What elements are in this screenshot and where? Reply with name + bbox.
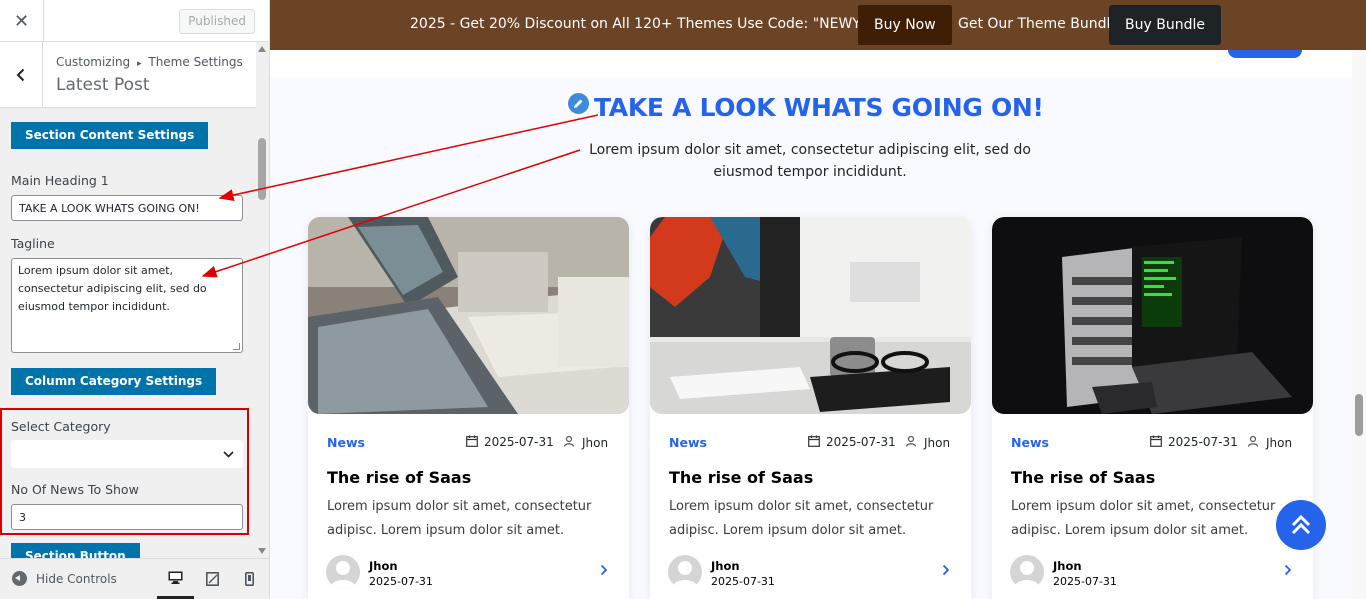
back-button[interactable] [0, 42, 43, 107]
chevron-right-icon[interactable] [1284, 564, 1292, 576]
post-category[interactable]: News [327, 435, 365, 450]
desktop-icon [168, 571, 183, 584]
mobile-icon [245, 572, 254, 586]
avatar-date: 2025-07-31 [369, 575, 433, 588]
section-button-settings-button[interactable]: Section Button [11, 543, 140, 558]
post-excerpt: Lorem ipsum dolor sit amet, consectetur … [1011, 499, 1276, 538]
breadcrumb-root: Customizing [56, 55, 131, 69]
header-action-button[interactable] [1228, 50, 1302, 58]
avatar [326, 555, 360, 589]
pencil-icon [574, 99, 583, 108]
hide-controls-button[interactable]: Hide Controls [12, 571, 117, 586]
post-category[interactable]: News [1011, 435, 1049, 450]
avatar-name: Jhon [369, 559, 398, 573]
post-excerpt: Lorem ipsum dolor sit amet, consectetur … [327, 499, 592, 538]
post-author: Jhon [1266, 436, 1293, 450]
panel-header: Customizing ▸ Theme Settings Latest Post [0, 42, 269, 108]
post-image[interactable] [650, 217, 971, 414]
tablet-icon [206, 572, 219, 586]
user-icon [905, 435, 917, 447]
chevron-down-icon [223, 451, 234, 458]
main-heading-input[interactable] [11, 195, 243, 221]
preview-scrollbar-thumb[interactable] [1355, 394, 1363, 436]
main-heading-label: Main Heading 1 [11, 173, 109, 188]
scroll-down-arrow-icon[interactable] [258, 548, 266, 554]
column-category-settings-button[interactable]: Column Category Settings [11, 368, 217, 395]
site-header-strip [270, 50, 1352, 78]
arrow-left-circle-icon [12, 571, 27, 586]
customizer-sidebar: ✕ Published Customizing ▸ Theme Settings… [0, 0, 270, 599]
user-icon [563, 435, 575, 447]
no-of-news-label: No Of News To Show [11, 482, 139, 497]
post-title[interactable]: The rise of Saas [669, 468, 813, 487]
post-card[interactable]: News 2025-07-31 Jhon The rise of Saas Lo… [308, 217, 629, 599]
section-tagline: Lorem ipsum dolor sit amet, consectetur … [589, 142, 1031, 180]
buy-now-button[interactable]: Buy Now [858, 5, 952, 45]
post-image[interactable] [308, 217, 629, 414]
edit-shortcut-button[interactable] [566, 91, 591, 116]
section-heading: TAKE A LOOK WHATS GOING ON! [594, 93, 1044, 122]
published-button[interactable]: Published [179, 9, 255, 34]
scrollbar-thumb[interactable] [258, 138, 266, 200]
post-date: 2025-07-31 [826, 435, 896, 449]
customizer-topbar: ✕ Published [0, 0, 269, 42]
post-date: 2025-07-31 [1168, 435, 1238, 449]
close-customizer-button[interactable]: ✕ [0, 0, 44, 42]
breadcrumb: Customizing ▸ Theme Settings [56, 55, 243, 69]
avatar-date: 2025-07-31 [1053, 575, 1117, 588]
post-title[interactable]: The rise of Saas [1011, 468, 1155, 487]
back-to-top-button[interactable] [1276, 500, 1326, 550]
chevron-right-icon[interactable] [942, 564, 950, 576]
chevron-right-icon[interactable] [600, 564, 608, 576]
tagline-textarea[interactable]: Lorem ipsum dolor sit amet, consectetur … [11, 258, 243, 353]
select-category-label: Select Category [11, 419, 111, 434]
post-date: 2025-07-31 [484, 435, 554, 449]
user-icon [1247, 435, 1259, 447]
panel-title: Latest Post [56, 75, 150, 95]
avatar-name: Jhon [1053, 559, 1082, 573]
buy-bundle-button[interactable]: Buy Bundle [1109, 5, 1221, 45]
site-preview: 2025 - Get 20% Discount on All 120+ Them… [270, 0, 1366, 599]
breadcrumb-separator: ▸ [137, 59, 142, 69]
section-content-settings-button[interactable]: Section Content Settings [11, 122, 209, 149]
preview-scrollbar[interactable] [1352, 50, 1366, 599]
select-category-dropdown[interactable] [11, 440, 243, 468]
preview-desktop-button[interactable] [157, 559, 194, 599]
post-card[interactable]: News 2025-07-31 Jhon The rise of Saas Lo… [650, 217, 971, 599]
post-card[interactable]: News 2025-07-31 Jhon The rise of Saas Lo… [992, 217, 1313, 599]
sidebar-scrollbar[interactable] [256, 42, 269, 558]
calendar-icon [466, 435, 478, 447]
preview-mobile-button[interactable] [231, 559, 268, 599]
preview-tablet-button[interactable] [194, 559, 231, 599]
promo-bar: 2025 - Get 20% Discount on All 120+ Them… [270, 0, 1366, 50]
post-category[interactable]: News [669, 435, 707, 450]
bundle-text: Get Our Theme Bundle [958, 16, 1119, 32]
controls-panel: Section Content Settings Main Heading 1 … [0, 108, 256, 558]
breadcrumb-section: Theme Settings [148, 55, 243, 69]
post-author: Jhon [924, 436, 951, 450]
calendar-icon [808, 435, 820, 447]
customizer-footer: Hide Controls [0, 558, 269, 599]
close-icon: ✕ [13, 10, 30, 32]
avatar [668, 555, 702, 589]
hide-controls-label: Hide Controls [36, 571, 117, 586]
avatar-name: Jhon [711, 559, 740, 573]
no-of-news-input[interactable] [11, 504, 243, 530]
post-title[interactable]: The rise of Saas [327, 468, 471, 487]
scroll-up-arrow-icon[interactable] [258, 46, 266, 52]
post-author: Jhon [582, 436, 609, 450]
avatar [1010, 555, 1044, 589]
calendar-icon [1150, 435, 1162, 447]
tagline-text: Lorem ipsum dolor sit amet, consectetur … [18, 264, 207, 313]
post-image[interactable] [992, 217, 1313, 414]
double-chevron-up-icon [1291, 514, 1311, 535]
tagline-label: Tagline [11, 236, 55, 251]
post-excerpt: Lorem ipsum dolor sit amet, consectetur … [669, 499, 934, 538]
chevron-left-icon [16, 68, 25, 81]
resize-handle[interactable] [233, 343, 240, 350]
avatar-date: 2025-07-31 [711, 575, 775, 588]
promo-text: 2025 - Get 20% Discount on All 120+ Them… [410, 16, 913, 32]
